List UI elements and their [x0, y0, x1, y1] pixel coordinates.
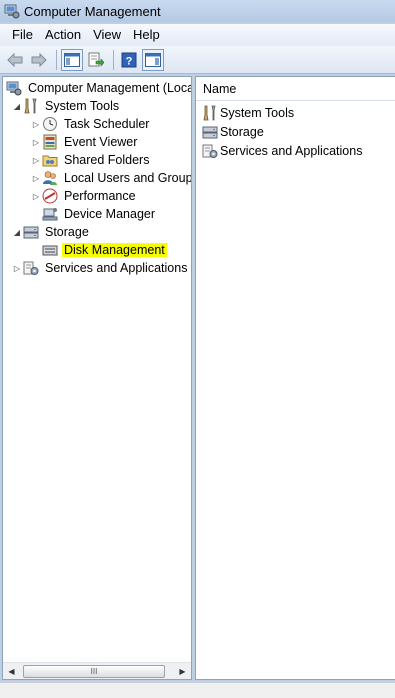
computer-management-icon	[4, 3, 20, 19]
export-list-icon	[88, 52, 104, 67]
tree-item-shared-folders[interactable]: ▷ Shared Folders	[30, 151, 151, 169]
tree-item-label: Storage	[45, 225, 89, 239]
list-item-services-applications[interactable]: Services and Applications	[196, 141, 395, 160]
help-button[interactable]: ?	[118, 49, 140, 71]
tree-item-device-manager[interactable]: Device Manager	[42, 205, 157, 223]
tools-icon	[23, 98, 39, 114]
tree-item-disk-management[interactable]: Disk Management	[42, 241, 167, 259]
tree-item-label: Services and Applications	[45, 261, 188, 275]
menu-action[interactable]: Action	[39, 24, 87, 46]
forward-arrow-icon	[31, 52, 47, 67]
expand-arrow-icon[interactable]: ▷	[30, 133, 42, 151]
computer-management-icon	[6, 80, 22, 96]
storage-icon	[202, 124, 218, 140]
horizontal-scrollbar[interactable]: ◀ III ▶	[3, 662, 191, 679]
users-icon	[42, 170, 58, 186]
list-item-label: Storage	[220, 124, 264, 139]
status-bar	[0, 682, 395, 698]
services-icon	[23, 260, 39, 276]
tree-item-services-applications[interactable]: ▷ Services and Applications	[11, 259, 189, 277]
results-list: System Tools Storage Services and Applic…	[196, 101, 395, 160]
back-arrow-icon	[7, 52, 23, 67]
tree-item-label: Computer Management (Local	[28, 81, 191, 95]
column-header-label: Name	[203, 81, 237, 96]
column-header-name[interactable]: Name	[196, 77, 395, 101]
console-tree-pane: Computer Management (Local ◢ System Tool…	[2, 76, 192, 680]
collapse-arrow-icon[interactable]: ◢	[11, 223, 23, 241]
expand-arrow-icon[interactable]: ▷	[30, 187, 42, 205]
performance-icon	[42, 188, 58, 204]
storage-icon	[23, 224, 39, 240]
list-item-storage[interactable]: Storage	[196, 122, 395, 141]
menu-file[interactable]: File	[6, 24, 39, 46]
menu-help[interactable]: Help	[127, 24, 166, 46]
toolbar: ?	[0, 46, 395, 74]
title-bar: Computer Management	[0, 0, 395, 22]
tree-item-label: Disk Management	[62, 243, 167, 257]
event-viewer-icon	[42, 134, 58, 150]
list-item-system-tools[interactable]: System Tools	[196, 103, 395, 122]
tree-item-local-users-groups[interactable]: ▷ Local Users and Groups	[30, 169, 191, 187]
svg-text:?: ?	[126, 55, 133, 67]
tree-item-system-tools[interactable]: ◢ System Tools	[11, 97, 121, 115]
tools-icon	[202, 105, 218, 121]
expand-arrow-icon[interactable]: ▷	[30, 115, 42, 133]
help-icon: ?	[121, 52, 137, 67]
console-tree: Computer Management (Local ◢ System Tool…	[3, 77, 191, 663]
tree-item-task-scheduler[interactable]: ▷ Task Scheduler	[30, 115, 151, 133]
tree-item-label: Performance	[64, 189, 136, 203]
tree-item-label: Event Viewer	[64, 135, 138, 149]
clock-icon	[42, 116, 58, 132]
list-item-label: System Tools	[220, 105, 295, 120]
tree-item-label: Task Scheduler	[64, 117, 150, 131]
toolbar-separator	[113, 49, 114, 70]
device-manager-icon	[42, 206, 58, 222]
tree-item-storage[interactable]: ◢ Storage	[11, 223, 91, 241]
expand-arrow-icon[interactable]: ▷	[11, 259, 23, 277]
tree-item-label: System Tools	[45, 99, 120, 113]
toolbar-separator	[56, 49, 57, 70]
expand-arrow-icon[interactable]: ▷	[30, 169, 42, 187]
action-pane-icon	[145, 52, 161, 67]
collapse-arrow-icon[interactable]: ◢	[11, 97, 23, 115]
tree-item-performance[interactable]: ▷ Performance	[30, 187, 138, 205]
tree-item-root[interactable]: Computer Management (Local	[6, 79, 191, 97]
menu-bar: File Action View Help	[0, 24, 395, 46]
scroll-left-icon[interactable]: ◀	[3, 663, 20, 680]
show-hide-tree-button[interactable]	[61, 48, 83, 71]
results-pane: Name System Tools Storage Services and A…	[195, 76, 395, 680]
scroll-right-icon[interactable]: ▶	[174, 663, 191, 680]
menu-view[interactable]: View	[87, 24, 127, 46]
tree-item-label: Local Users and Groups	[64, 171, 191, 185]
window-title: Computer Management	[24, 3, 161, 19]
scrollbar-track[interactable]: III	[20, 664, 174, 679]
show-hide-action-pane-button[interactable]	[142, 48, 164, 71]
console-tree-icon	[64, 52, 80, 67]
expand-arrow-icon[interactable]: ▷	[30, 151, 42, 169]
list-item-label: Services and Applications	[220, 143, 363, 158]
back-button[interactable]	[4, 49, 26, 71]
tree-item-label: Device Manager	[64, 207, 156, 221]
services-icon	[202, 143, 218, 159]
scrollbar-grip: III	[90, 666, 98, 676]
tree-item-event-viewer[interactable]: ▷ Event Viewer	[30, 133, 139, 151]
scrollbar-thumb[interactable]: III	[23, 664, 165, 678]
tree-item-label: Shared Folders	[64, 153, 150, 167]
export-list-button[interactable]	[85, 49, 107, 71]
disk-management-icon	[42, 242, 58, 258]
forward-button[interactable]	[28, 49, 50, 71]
shared-folder-icon	[42, 152, 58, 168]
